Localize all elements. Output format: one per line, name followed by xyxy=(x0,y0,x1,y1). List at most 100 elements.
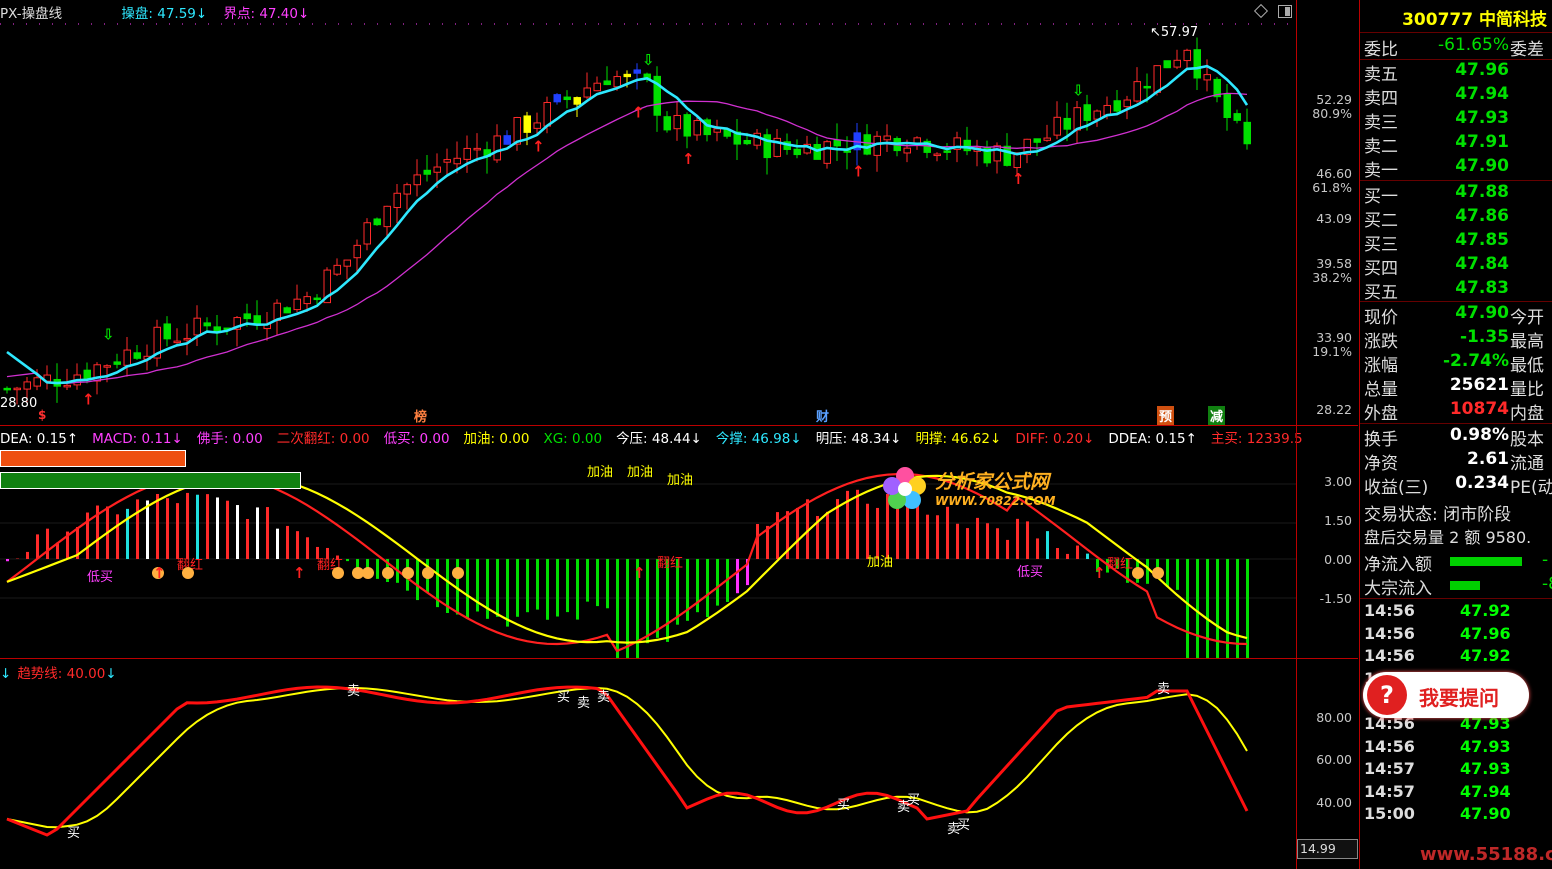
candle-body xyxy=(813,143,821,160)
stat-extra-label: 流通 xyxy=(1510,454,1544,474)
macd-histogram-bar xyxy=(236,505,239,559)
macd-histogram-bar xyxy=(1186,559,1189,658)
high-price-label: ↖57.97 xyxy=(1150,25,1199,40)
macd-tick: -1.50 xyxy=(1319,591,1352,606)
ask-row: 卖四 47.94 xyxy=(1360,84,1552,109)
quote-extra-label: 量比 xyxy=(1510,380,1544,400)
candle-body xyxy=(533,122,541,129)
macd-histogram-bar xyxy=(1016,518,1019,559)
macd-histogram-bar xyxy=(266,507,269,559)
ask-price: 47.91 xyxy=(1455,132,1509,152)
quote-panel[interactable]: 300777 中简科技 委比 -61.65% 委差 卖五 47.96 卖四 47.94… xyxy=(1359,0,1552,869)
macd-tick: 0.00 xyxy=(1324,552,1352,567)
hand-pointer-icon xyxy=(1152,567,1164,579)
macd-header-item: 今压: 48.44↓ xyxy=(616,431,702,447)
price-tick: 46.60 xyxy=(1316,166,1352,181)
candle-body xyxy=(683,114,691,137)
macd-header-item: 今撑: 46.98↓ xyxy=(715,431,802,447)
tick-row[interactable]: 15:00 47.90 xyxy=(1360,804,1552,827)
marker-jian[interactable]: 减 xyxy=(1208,406,1226,425)
candle-body xyxy=(743,139,751,145)
macd-panel[interactable]: 加油 加油 加油 加油 低买 低买 翻红 翻红 翻红 翻红 ↑ ↑ ↑ ↑ DEA: 0.15↑ MACD:… xyxy=(0,425,1303,658)
stat-value: 0.234 xyxy=(1455,473,1509,493)
macd-header-item: XG: 0.00 xyxy=(543,431,603,447)
candle-body xyxy=(663,116,671,131)
flow-label: 净流入额 xyxy=(1364,555,1432,575)
macd-histogram-bar xyxy=(546,559,549,620)
candle-body xyxy=(603,80,611,86)
macd-histogram-bar xyxy=(876,507,879,559)
candle-body xyxy=(1083,104,1091,121)
macd-header-item: 低买: 0.00 xyxy=(383,431,450,447)
watermark-name: 分析家公式网 xyxy=(935,471,1050,493)
macd-histogram-bar xyxy=(206,494,209,559)
marker-bang[interactable]: 榜 xyxy=(414,406,427,425)
ask-level-label: 卖三 xyxy=(1364,113,1398,133)
macd-buy-arrow-icon: ↑ xyxy=(1093,564,1106,582)
bid-row: 买三 47.85 xyxy=(1360,230,1552,255)
trend-chart[interactable]: 买买买 买买卖卖 卖卖卖卖 xyxy=(0,659,1296,869)
tick-row[interactable]: 14:57 47.94 xyxy=(1360,782,1552,805)
macd-buy-arrow-icon: ↑ xyxy=(633,564,646,582)
macd-histogram-bar xyxy=(356,559,359,569)
chat-bubble-icon: ? xyxy=(1367,675,1407,715)
ask-question-label: 我要提问 xyxy=(1419,686,1499,710)
ask-row: 卖五 47.96 xyxy=(1360,60,1552,85)
site-watermark: www.55188.com xyxy=(1420,844,1552,865)
marker-yu[interactable]: 预 xyxy=(1157,406,1175,425)
tick-row[interactable]: 14:57 47.93 xyxy=(1360,759,1552,782)
candle-body xyxy=(283,307,291,314)
kline-chart[interactable]: ↑ ↑ ↑ ↑ ↑ ↑ ⇩ ⇩ ⇩ xyxy=(0,0,1296,425)
stock-title[interactable]: 300777 中简科技 xyxy=(1360,5,1552,30)
candle-body xyxy=(843,150,851,153)
macd-histogram-bar xyxy=(866,503,869,559)
tick-row[interactable]: 14:56 47.92 xyxy=(1360,601,1552,624)
macd-header-item: 二次翻红: 0.00 xyxy=(276,431,370,447)
ask-question-button[interactable]: ? 我要提问 xyxy=(1363,672,1529,718)
candle-body xyxy=(463,147,471,160)
bid-level-label: 买五 xyxy=(1364,283,1398,303)
indicator-operate-value: 操盘: 47.59 xyxy=(121,6,196,22)
candle-body xyxy=(903,147,911,154)
macd-chart[interactable]: 加油 加油加油加油低买 低买翻红 翻红 翻红 翻红↑ ↑ ↑ ↑ xyxy=(0,426,1296,658)
flow-tail: -8 xyxy=(1542,574,1552,594)
macd-histogram-bar xyxy=(146,500,149,559)
macd-histogram-bar xyxy=(536,559,539,610)
low-price-label: 28.80 xyxy=(0,396,38,411)
macd-histogram-bar xyxy=(226,500,229,559)
macd-histogram-bar xyxy=(796,507,799,559)
marker-cai[interactable]: 财 xyxy=(816,406,829,425)
candle-body xyxy=(823,141,831,164)
ask-row: 卖一 47.90 xyxy=(1360,156,1552,181)
macd-histogram-bar xyxy=(306,537,309,559)
macd-header-item: DEA: 0.15↑ xyxy=(0,431,79,447)
macd-header-item: MACD: 0.11↓ xyxy=(92,431,183,447)
macd-histogram-bar xyxy=(556,559,559,617)
candle-body xyxy=(673,114,681,130)
window-toggle-icon[interactable] xyxy=(1278,5,1292,18)
kline-panel[interactable]: ↑ ↑ ↑ ↑ ↑ ↑ ⇩ ⇩ ⇩ PX-操盘线 操盘: 47.59↓ 界点: 47.40↓ ↖… xyxy=(0,0,1296,425)
price-tick: 28.22 xyxy=(1316,402,1352,417)
watermark-url: WWW.70822.COM xyxy=(935,494,1056,508)
tick-row[interactable]: 14:56 47.96 xyxy=(1360,624,1552,647)
macd-histogram-bar xyxy=(166,498,169,559)
red-again-label: 翻红 xyxy=(1107,556,1133,572)
macd-histogram-bar xyxy=(256,507,259,559)
trend-panel[interactable]: 买买买买买卖卖卖卖卖卖 ↓ 趋势线: 40.00↓ xyxy=(0,658,1296,869)
ask-price: 47.96 xyxy=(1455,60,1509,80)
marker-dollar[interactable]: $ xyxy=(38,408,46,422)
candle-body xyxy=(1043,137,1051,141)
tick-row[interactable]: 14:56 47.92 xyxy=(1360,646,1552,669)
macd-buy-arrow-icon: ↑ xyxy=(293,564,306,582)
stat-value: 2.61 xyxy=(1467,449,1509,469)
quote-extra-label: 今开 xyxy=(1510,308,1544,328)
candle-body xyxy=(613,76,621,88)
candle-body xyxy=(1203,74,1211,81)
sell-arrow-icon: ⇩ xyxy=(642,51,655,69)
stat-value: 0.98% xyxy=(1450,425,1509,445)
macd-histogram-bar xyxy=(416,559,419,601)
macd-histogram-bar xyxy=(346,559,349,562)
tick-row[interactable]: 14:56 47.93 xyxy=(1360,737,1552,760)
quote-label: 涨幅 xyxy=(1364,356,1398,376)
candle-body xyxy=(763,134,771,159)
